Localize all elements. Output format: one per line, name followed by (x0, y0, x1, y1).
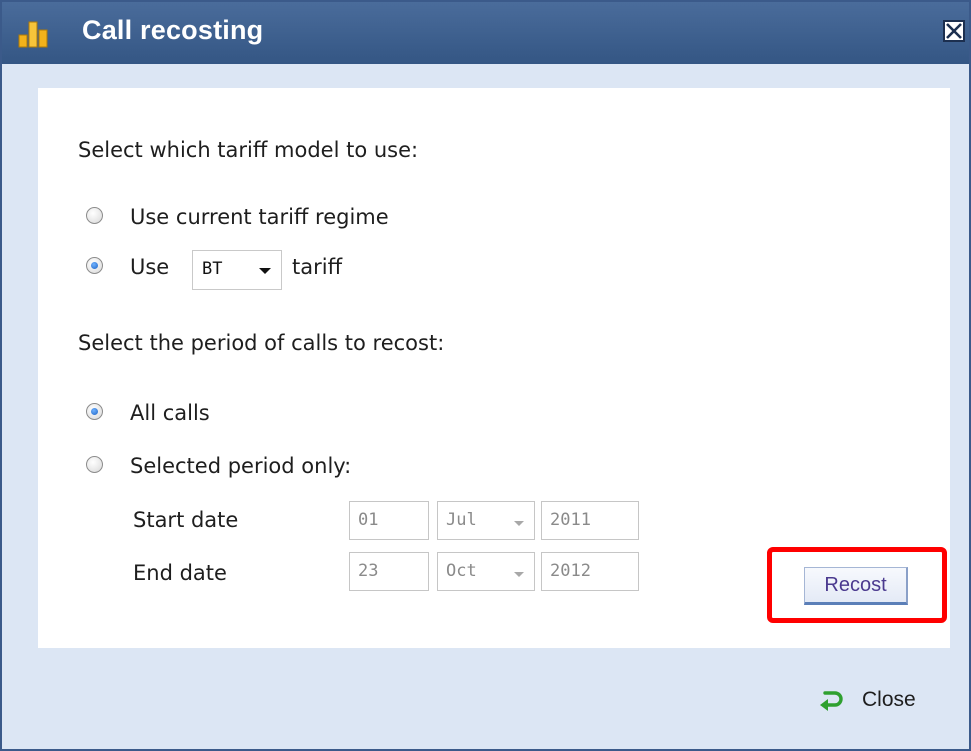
chevron-down-icon (514, 572, 524, 577)
radio-selected-period[interactable] (86, 456, 103, 473)
close-label: Close (862, 688, 916, 711)
chevron-down-icon (259, 268, 271, 274)
close-button[interactable]: Close (818, 688, 916, 712)
start-year-value: 2011 (550, 510, 591, 530)
tariff-select[interactable]: BT (192, 250, 282, 290)
use-tariff-prefix: Use (130, 255, 170, 279)
end-date-label: End date (133, 561, 227, 585)
start-date-label: Start date (133, 508, 239, 532)
start-day-field[interactable]: 01 (349, 501, 429, 540)
start-month-value: Jul (446, 510, 477, 530)
bar-chart-icon (18, 21, 48, 48)
start-year-field[interactable]: 2011 (541, 501, 639, 540)
start-month-select[interactable]: Jul (437, 501, 535, 540)
radio-all-calls[interactable] (86, 403, 103, 420)
tariff-select-value: BT (202, 259, 223, 279)
return-arrow-icon (820, 691, 843, 711)
end-year-field[interactable]: 2012 (541, 552, 639, 591)
chevron-down-icon (514, 521, 524, 526)
selected-period-label: Selected period only: (130, 454, 352, 478)
close-window-button[interactable] (943, 20, 965, 42)
end-day-value: 23 (358, 561, 379, 581)
radio-use-tariff[interactable] (86, 257, 103, 274)
period-heading: Select the period of calls to recost: (78, 331, 445, 355)
call-recosting-dialog: Call recosting Select which tariff model… (0, 0, 971, 751)
recost-button[interactable]: Recost (804, 567, 908, 605)
dialog-title: Call recosting (82, 15, 264, 45)
use-tariff-suffix: tariff (292, 255, 343, 279)
radio-current-tariff[interactable] (86, 207, 103, 224)
end-month-value: Oct (446, 561, 477, 581)
close-icon (946, 23, 962, 39)
start-day-value: 01 (358, 510, 379, 530)
end-month-select[interactable]: Oct (437, 552, 535, 591)
all-calls-label: All calls (130, 401, 210, 425)
tariff-heading: Select which tariff model to use: (78, 138, 419, 162)
end-day-field[interactable]: 23 (349, 552, 429, 591)
title-bar: Call recosting (2, 2, 969, 64)
end-year-value: 2012 (550, 561, 591, 581)
current-tariff-label: Use current tariff regime (130, 205, 389, 229)
